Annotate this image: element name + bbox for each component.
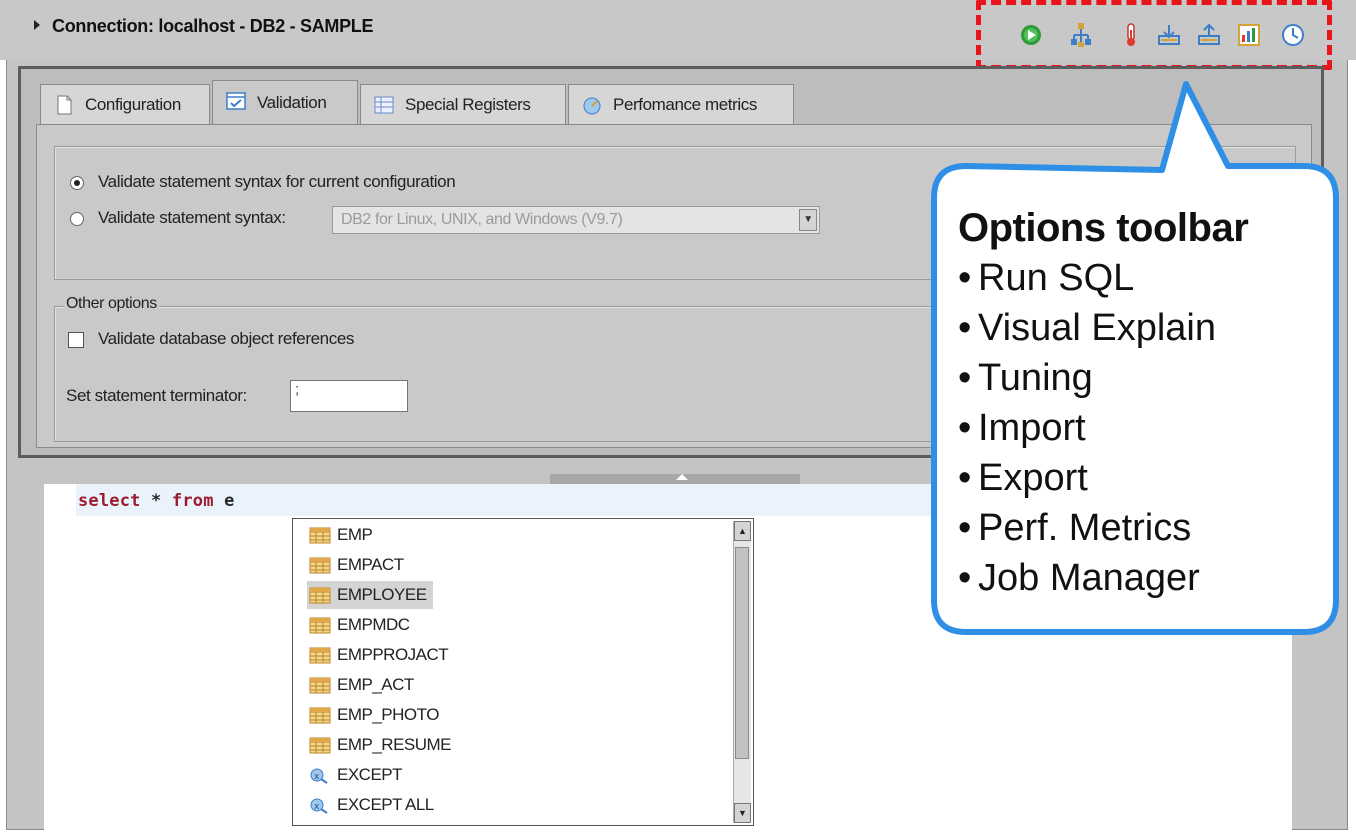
callout-item: • Import bbox=[958, 403, 1328, 453]
callout-title: Options toolbar bbox=[958, 206, 1249, 250]
callout-item: • Run SQL bbox=[958, 253, 1328, 303]
callout-item-label: Import bbox=[978, 407, 1086, 449]
bullet-icon: • bbox=[958, 557, 972, 599]
bullet-icon: • bbox=[958, 407, 972, 449]
bullet-icon: • bbox=[958, 257, 972, 299]
callout-item: • Visual Explain bbox=[958, 303, 1328, 353]
callout-item: • Export bbox=[958, 453, 1328, 503]
callout-item-label: Job Manager bbox=[978, 557, 1200, 599]
callout-item-label: Perf. Metrics bbox=[978, 507, 1192, 549]
bullet-icon: • bbox=[958, 357, 972, 399]
bullet-icon: • bbox=[958, 507, 972, 549]
callout-item: • Tuning bbox=[958, 353, 1328, 403]
callout-item-label: Export bbox=[978, 457, 1088, 499]
callout-item-label: Visual Explain bbox=[978, 307, 1217, 349]
callout-item: • Job Manager bbox=[958, 553, 1328, 603]
callout-content: Options toolbar • Run SQL • Visual Explain •… bbox=[958, 206, 1328, 603]
callout-item-label: Tuning bbox=[978, 357, 1093, 399]
callout-item: • Perf. Metrics bbox=[958, 503, 1328, 553]
bullet-icon: • bbox=[958, 457, 972, 499]
bullet-icon: • bbox=[958, 307, 972, 349]
callout-item-label: Run SQL bbox=[978, 257, 1135, 299]
